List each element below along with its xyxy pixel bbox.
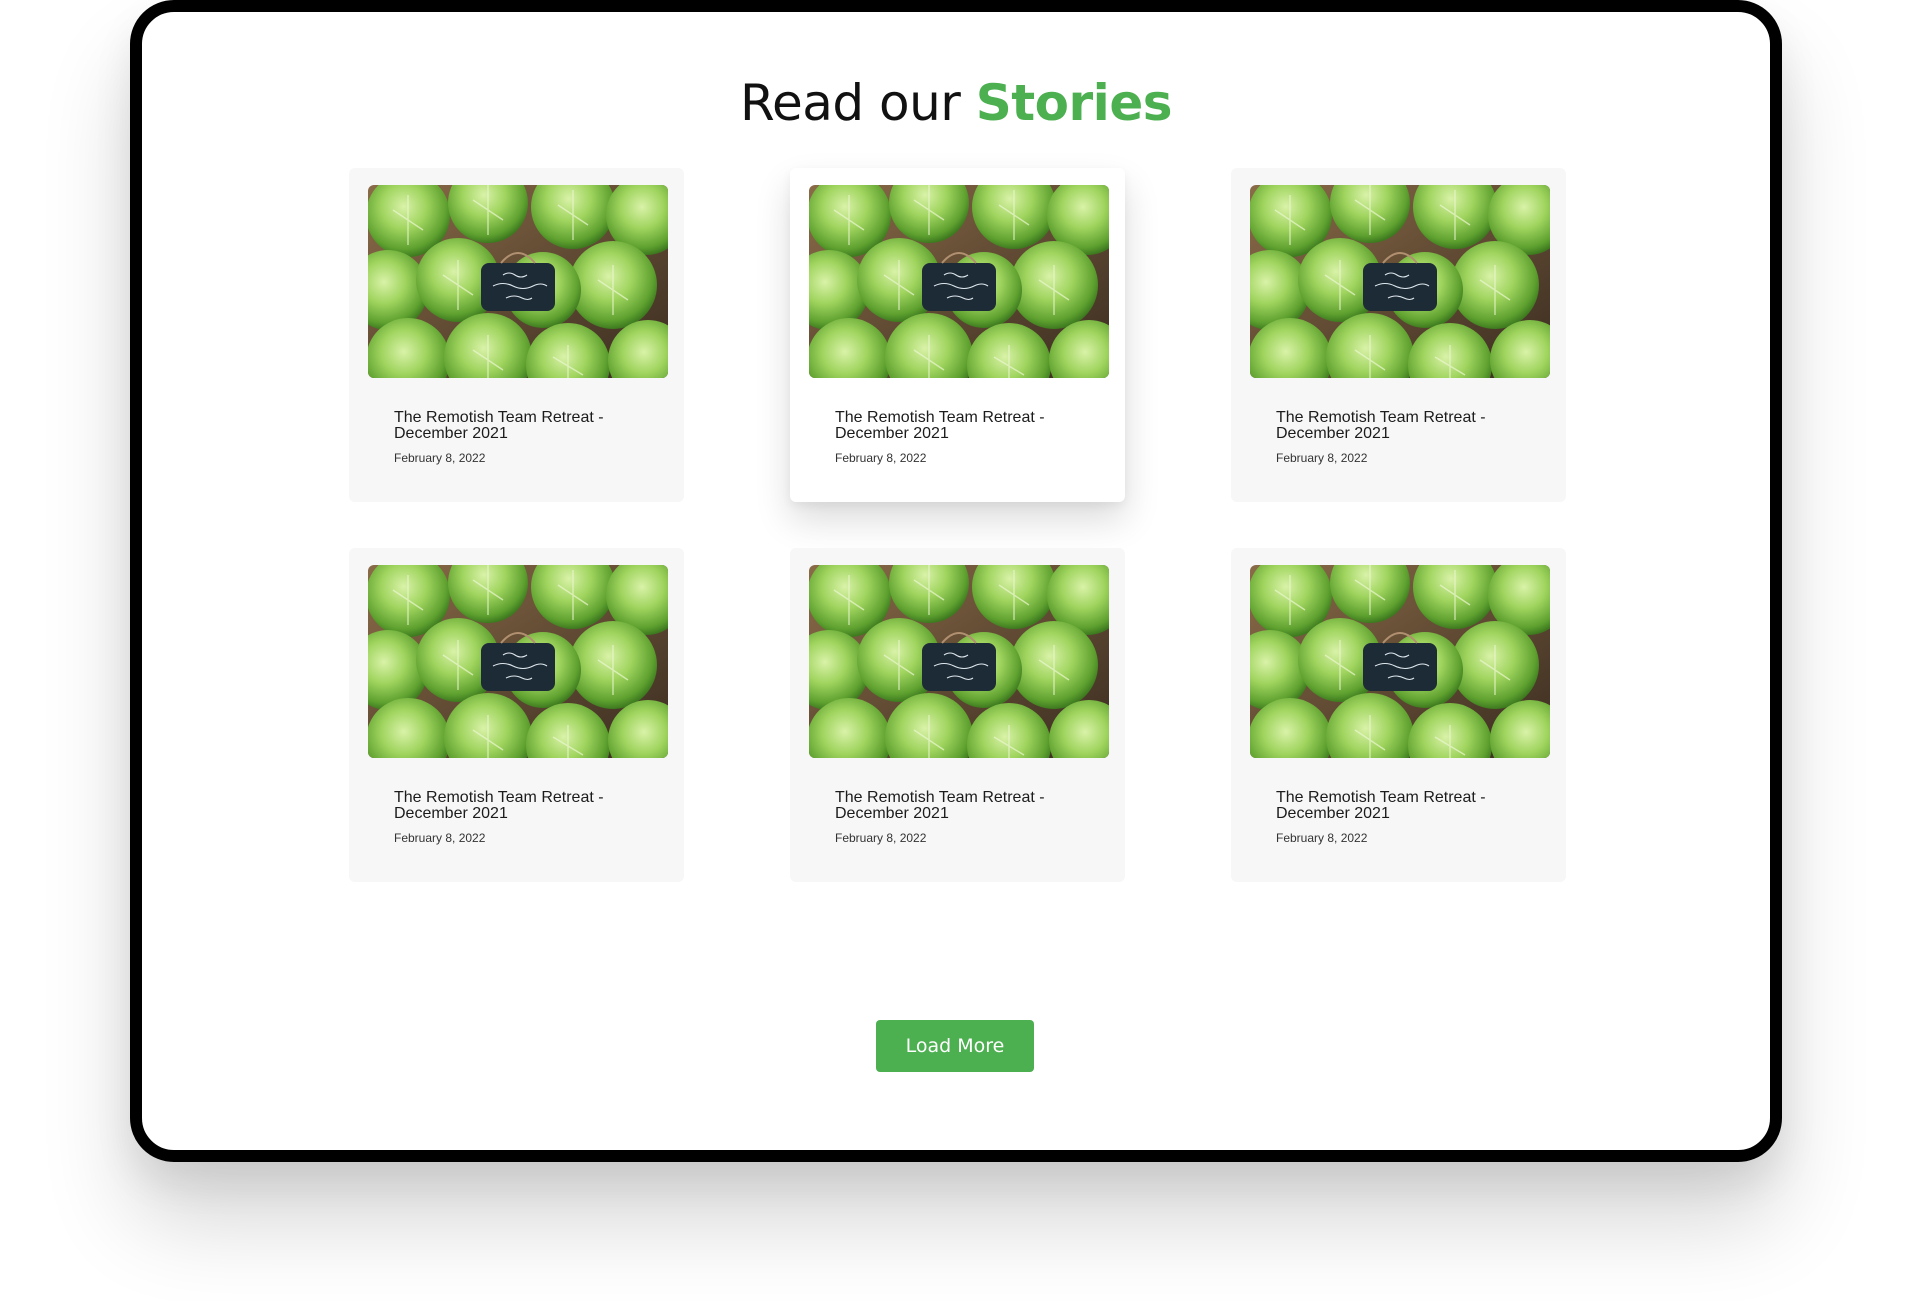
story-image[interactable] <box>1250 565 1550 758</box>
story-image[interactable] <box>368 185 668 378</box>
story-image[interactable] <box>368 565 668 758</box>
story-date: February 8, 2022 <box>835 451 927 465</box>
story-title[interactable]: The Remotish Team Retreat - December 202… <box>394 410 634 442</box>
story-image[interactable] <box>809 565 1109 758</box>
story-date: February 8, 2022 <box>394 831 486 845</box>
story-card[interactable]: The Remotish Team Retreat - December 202… <box>1231 548 1566 882</box>
story-card[interactable]: The Remotish Team Retreat - December 202… <box>790 168 1125 502</box>
story-card[interactable]: The Remotish Team Retreat - December 202… <box>790 548 1125 882</box>
story-title[interactable]: The Remotish Team Retreat - December 202… <box>1276 410 1516 442</box>
story-date: February 8, 2022 <box>1276 451 1368 465</box>
story-date: February 8, 2022 <box>835 831 927 845</box>
story-title[interactable]: The Remotish Team Retreat - December 202… <box>835 790 1075 822</box>
title-prefix: Read our <box>739 74 961 132</box>
load-more-button[interactable]: Load More <box>876 1020 1034 1072</box>
device-frame: Read our Stories The Remotish Team Retre… <box>130 0 1782 1162</box>
story-image[interactable] <box>1250 185 1550 378</box>
story-date: February 8, 2022 <box>1276 831 1368 845</box>
page-title: Read our Stories <box>142 74 1770 132</box>
story-card[interactable]: The Remotish Team Retreat - December 202… <box>349 168 684 502</box>
story-image[interactable] <box>809 185 1109 378</box>
story-card[interactable]: The Remotish Team Retreat - December 202… <box>1231 168 1566 502</box>
story-date: February 8, 2022 <box>394 451 486 465</box>
title-accent: Stories <box>975 74 1173 132</box>
story-title[interactable]: The Remotish Team Retreat - December 202… <box>394 790 634 822</box>
story-title[interactable]: The Remotish Team Retreat - December 202… <box>835 410 1075 442</box>
page: Read our Stories The Remotish Team Retre… <box>0 0 1911 1301</box>
story-title[interactable]: The Remotish Team Retreat - December 202… <box>1276 790 1516 822</box>
story-card[interactable]: The Remotish Team Retreat - December 202… <box>349 548 684 882</box>
